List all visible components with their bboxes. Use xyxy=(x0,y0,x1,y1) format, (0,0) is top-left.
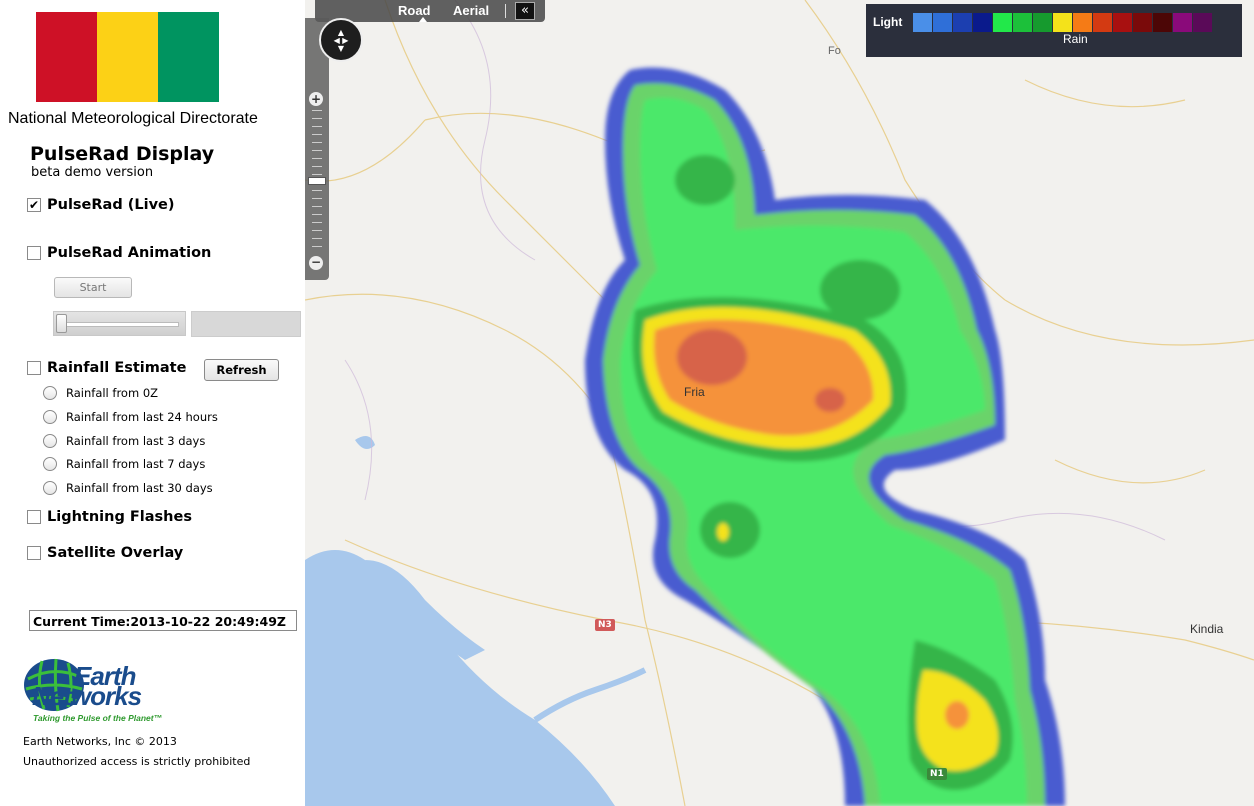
rainfall-option-30d[interactable]: Rainfall from last 30 days xyxy=(43,481,213,495)
radio-30d[interactable] xyxy=(43,481,57,495)
option-rainfall-estimate[interactable]: Rainfall Estimate xyxy=(27,360,186,376)
view-road-button[interactable]: Road xyxy=(398,3,431,18)
rainfall-option-0z[interactable]: Rainfall from 0Z xyxy=(43,386,158,400)
slider-track xyxy=(60,322,179,327)
rainfall-refresh-button[interactable]: Refresh xyxy=(204,359,279,381)
view-aerial-button[interactable]: Aerial xyxy=(453,3,489,18)
satellite-overlay-label: Satellite Overlay xyxy=(47,545,184,561)
map-canvas xyxy=(305,0,1254,806)
zoom-control: + − xyxy=(305,18,329,280)
rainfall-option-3d[interactable]: Rainfall from last 3 days xyxy=(43,434,205,448)
legend-swatch xyxy=(1093,13,1112,32)
pan-arrows-icon: ▲ ◀ ▶ ▼ xyxy=(333,28,349,53)
road-shield-n1: N1 xyxy=(927,768,947,780)
ocean xyxy=(305,550,615,806)
radar-echo-layer xyxy=(585,67,1065,806)
road-shield-n3: N3 xyxy=(595,619,615,631)
app-title: PulseRad Display xyxy=(30,143,215,165)
flag-yellow-stripe xyxy=(97,12,158,102)
app-subtitle: beta demo version xyxy=(31,165,154,180)
compass-pan-icon[interactable]: ▲ ◀ ▶ ▼ xyxy=(319,18,363,62)
legend-swatch xyxy=(1073,13,1092,32)
legend-swatch xyxy=(1013,13,1032,32)
pulserad-animation-checkbox[interactable] xyxy=(27,246,41,260)
pulserad-live-label: PulseRad (Live) xyxy=(47,197,175,213)
legend-swatch xyxy=(1173,13,1192,32)
legend-swatch xyxy=(1033,13,1052,32)
road-active-indicator xyxy=(419,17,427,22)
slider-handle[interactable] xyxy=(56,314,67,333)
zoom-level-handle[interactable] xyxy=(308,177,326,185)
legend-swatch xyxy=(1193,13,1212,32)
rainfall-option-24h[interactable]: Rainfall from last 24 hours xyxy=(43,410,218,424)
lightning-flashes-checkbox[interactable] xyxy=(27,510,41,524)
double-chevron-left-icon[interactable]: « xyxy=(515,2,535,20)
legend-swatch xyxy=(973,13,992,32)
animation-frame-display xyxy=(191,311,301,337)
place-label-kindia: Kindia xyxy=(1190,622,1224,636)
rainfall-option-label: Rainfall from last 30 days xyxy=(66,481,213,495)
radio-7d[interactable] xyxy=(43,457,57,471)
animation-slider[interactable] xyxy=(53,311,186,336)
flag-green-stripe xyxy=(158,12,219,102)
option-satellite-overlay[interactable]: Satellite Overlay xyxy=(27,545,183,561)
option-lightning-flashes[interactable]: Lightning Flashes xyxy=(27,509,192,525)
rain-intensity-legend: Light Rain xyxy=(866,4,1242,57)
copyright-text: Earth Networks, Inc © 2013 xyxy=(23,735,177,748)
guinea-flag-logo xyxy=(36,12,219,102)
legend-swatch xyxy=(1153,13,1172,32)
toolbar-divider xyxy=(505,4,506,18)
legend-light-label: Light xyxy=(873,15,903,29)
option-pulserad-live[interactable]: ✔ PulseRad (Live) xyxy=(27,197,175,213)
river xyxy=(533,667,647,723)
zoom-out-icon[interactable]: − xyxy=(309,256,323,270)
lightning-flashes-label: Lightning Flashes xyxy=(47,509,192,525)
map-view-toolbar: Road Aerial « xyxy=(315,0,545,22)
legend-swatch xyxy=(1053,13,1072,32)
org-name: National Meteorological Directorate xyxy=(8,110,258,127)
legend-swatch xyxy=(933,13,952,32)
radio-24h[interactable] xyxy=(43,410,57,424)
legend-swatch xyxy=(1113,13,1132,32)
animation-start-button[interactable]: Start xyxy=(54,277,132,298)
flag-red-stripe xyxy=(36,12,97,102)
legend-swatches xyxy=(913,13,1213,32)
legend-rain-label: Rain xyxy=(1063,32,1088,46)
rainfall-option-label: Rainfall from last 7 days xyxy=(66,457,206,471)
satellite-overlay-checkbox[interactable] xyxy=(27,546,41,560)
control-panel: National Meteorological Directorate Puls… xyxy=(0,0,305,806)
radio-3d[interactable] xyxy=(43,434,57,448)
pulserad-live-checkbox[interactable]: ✔ xyxy=(27,198,41,212)
legend-swatch xyxy=(1133,13,1152,32)
zoom-in-icon[interactable]: + xyxy=(309,92,323,106)
legend-swatch xyxy=(993,13,1012,32)
place-label-fo: Fo xyxy=(828,45,841,57)
access-notice: Unauthorized access is strictly prohibit… xyxy=(23,755,251,768)
logo-line2: Networks xyxy=(32,681,142,711)
radio-0z[interactable] xyxy=(43,386,57,400)
logo-tagline: Taking the Pulse of the Planet™ xyxy=(33,713,163,723)
option-pulserad-animation[interactable]: PulseRad Animation xyxy=(27,245,211,261)
earth-networks-logo: Earth Networks Taking the Pulse of the P… xyxy=(22,655,197,725)
rainfall-estimate-checkbox[interactable] xyxy=(27,361,41,375)
place-label-fria: Fria xyxy=(684,385,705,399)
rainfall-option-label: Rainfall from 0Z xyxy=(66,386,159,400)
legend-swatch xyxy=(953,13,972,32)
current-time-display: Current Time:2013-10-22 20:49:49Z xyxy=(29,610,297,631)
legend-swatch xyxy=(913,13,932,32)
rainfall-option-7d[interactable]: Rainfall from last 7 days xyxy=(43,457,205,471)
rainfall-option-label: Rainfall from last 3 days xyxy=(66,434,206,448)
rainfall-estimate-label: Rainfall Estimate xyxy=(47,360,187,376)
pulserad-animation-label: PulseRad Animation xyxy=(47,245,212,261)
rainfall-option-label: Rainfall from last 24 hours xyxy=(66,410,218,424)
radar-map[interactable]: Fria Kindia Fo N3 N1 Road Aerial « + − ▲… xyxy=(305,0,1254,806)
